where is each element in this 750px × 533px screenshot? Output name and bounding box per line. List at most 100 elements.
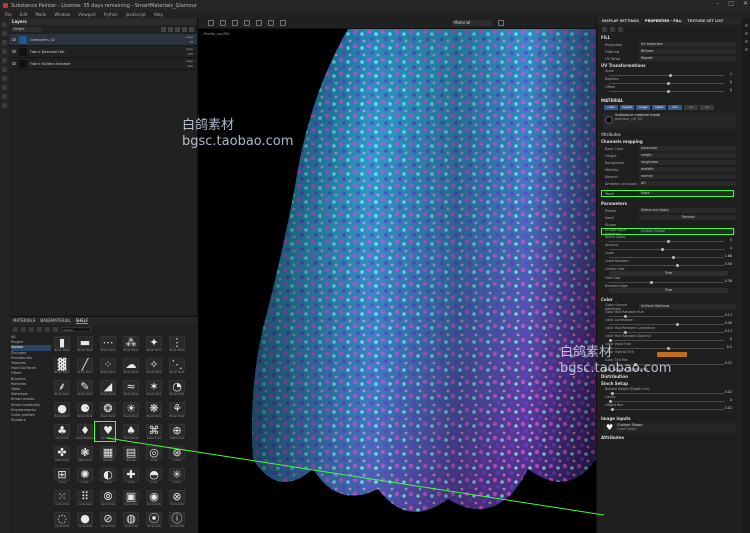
alpha-thumbnail[interactable]: ◎ Circle xyxy=(144,446,164,463)
shelf-search-input[interactable]: Alphas xyxy=(61,326,91,332)
camera-icon[interactable] xyxy=(220,20,226,26)
smudge-tool-icon[interactable] xyxy=(2,49,7,54)
render-icon[interactable] xyxy=(268,20,274,26)
layer-blend[interactable]: Ldge 100 xyxy=(186,47,193,57)
shelf-category-item[interactable]: Shaders xyxy=(11,418,51,423)
alpha-thumbnail[interactable]: ▦ Checker xyxy=(98,446,118,463)
import-icon[interactable] xyxy=(21,326,26,332)
slider-value[interactable]: 4 xyxy=(730,246,732,250)
layer-row[interactable]: Fabric Knitted Sweater Ldge 100 xyxy=(9,58,197,70)
picker-tool-icon[interactable] xyxy=(2,67,7,72)
add-layer-icon[interactable] xyxy=(161,27,166,32)
alpha-thumbnail[interactable]: ⊛ Circle xyxy=(167,446,187,463)
slider-track[interactable] xyxy=(609,75,724,76)
channel-toggle-color[interactable]: color xyxy=(604,105,618,110)
view-2d-icon[interactable] xyxy=(280,20,286,26)
property-dropdown[interactable]: normal xyxy=(639,174,736,179)
property-dropdown[interactable]: Random xyxy=(639,215,736,220)
slider-handle[interactable] xyxy=(611,407,615,411)
slider-value[interactable]: 0.22 xyxy=(725,361,732,365)
alpha-thumbnail[interactable]: ▣ Circle Dots xyxy=(121,490,141,507)
alpha-thumbnail[interactable]: ◢ Brush Paint xyxy=(98,380,118,397)
side-icon-2[interactable] xyxy=(745,32,748,35)
slider-track[interactable] xyxy=(609,324,724,325)
menu-item-window[interactable]: Window xyxy=(54,12,70,17)
channel-toggle-height[interactable]: height xyxy=(620,105,634,110)
light-icon[interactable] xyxy=(244,20,250,26)
slider-track[interactable] xyxy=(609,282,724,283)
alpha-thumbnail[interactable]: ⚘ Brush Paint xyxy=(167,402,187,419)
uv-transform-section[interactable]: UV Transformations xyxy=(597,62,742,69)
menu-item-help[interactable]: Help xyxy=(154,12,163,17)
list-view-icon[interactable] xyxy=(37,326,42,332)
slider-value[interactable]: 0.36 xyxy=(725,279,732,283)
slider-value[interactable]: 0 xyxy=(730,398,732,402)
grid-view-icon[interactable] xyxy=(29,326,34,332)
alpha-thumbnail[interactable]: ✳ Circle xyxy=(167,468,187,485)
slider-track[interactable] xyxy=(609,265,724,266)
polyfill-tool-icon[interactable] xyxy=(2,76,7,81)
alpha-thumbnail[interactable]: ✚ Circle xyxy=(121,468,141,485)
alpha-thumbnail[interactable]: ⋱ Brush Paint xyxy=(167,358,187,375)
layer-row[interactable]: Fabric Baseball Hat Ldge 100 xyxy=(9,46,197,58)
layer-blend[interactable]: Ldge 100 xyxy=(186,59,193,69)
property-dropdown[interactable]: height xyxy=(639,153,736,158)
sinch-section[interactable]: Sinch Setup xyxy=(597,380,742,387)
property-dropdown[interactable]: metallic xyxy=(639,167,736,172)
alpha-thumbnail[interactable]: ❋ Brush Paint xyxy=(144,402,164,419)
add-folder-icon[interactable] xyxy=(182,27,187,32)
alpha-thumbnail[interactable]: ✺ Circle xyxy=(75,468,95,485)
slider-value[interactable]: 0 xyxy=(730,337,732,341)
slider-value[interactable]: 0.13 xyxy=(725,329,732,333)
export-tool-icon[interactable] xyxy=(2,103,7,108)
alpha-thumbnail[interactable]: ▬ Brush Paint xyxy=(75,336,95,353)
slider-value[interactable]: 1 xyxy=(730,72,732,76)
properties-tab[interactable]: DISPLAY SETTINGS xyxy=(602,19,639,24)
menu-icon[interactable] xyxy=(53,326,58,332)
slider-value[interactable]: 0.5 xyxy=(727,345,732,349)
slider-track[interactable] xyxy=(609,340,724,341)
shelf-tab-bakematerial[interactable]: BAKEMATERIAL xyxy=(40,318,70,324)
slider-track[interactable] xyxy=(609,249,724,250)
property-dropdown[interactable]: AO xyxy=(639,181,736,186)
minimize-icon[interactable]: – xyxy=(716,0,719,7)
alpha-thumbnail[interactable]: ≈ Brush Paint xyxy=(121,380,141,397)
alpha-thumbnail[interactable]: ⌘ Celtic Knot xyxy=(144,424,164,441)
channel-mapping-section[interactable]: Channels mapping xyxy=(597,138,742,145)
layer-opacity[interactable]: Ht xyxy=(186,40,193,45)
bake-tool-icon[interactable] xyxy=(2,94,7,99)
alpha-thumbnail[interactable]: ☀ Brush Paint xyxy=(121,402,141,419)
layer-blend[interactable]: Ldge Ht xyxy=(186,35,193,45)
slider-value[interactable]: 0.02 xyxy=(725,406,732,410)
add-mask-icon[interactable] xyxy=(175,27,180,32)
visibility-eye-icon[interactable] xyxy=(12,38,16,41)
alpha-thumbnail[interactable]: ♠ Card Spade xyxy=(121,424,141,441)
alpha-thumbnail[interactable]: ◉ Circle Dots xyxy=(144,490,164,507)
alpha-thumbnail[interactable]: ⁘ Brush Paint xyxy=(98,358,118,375)
menu-item-python[interactable]: Python xyxy=(104,12,118,17)
symmetry-icon[interactable] xyxy=(232,20,238,26)
alpha-thumbnail[interactable]: ♣ Card Club xyxy=(52,424,72,441)
material-preset-name[interactable]: glamour_ref_02 xyxy=(615,117,736,121)
alpha-thumbnail[interactable]: ⦿ Circle Dots xyxy=(144,512,164,529)
fill-section-title[interactable]: FILL xyxy=(597,34,742,41)
channel-dropdown[interactable]: Height xyxy=(12,27,42,32)
layer-row[interactable]: Glamorlim_02 Ldge Ht xyxy=(9,34,197,46)
clone-tool-icon[interactable] xyxy=(2,58,7,63)
3d-viewport[interactable]: Profile_nsx789 xyxy=(198,29,596,533)
search-icon[interactable] xyxy=(45,326,50,332)
alpha-thumbnail[interactable]: ✤ Celtic Knot xyxy=(52,446,72,463)
alpha-thumbnail[interactable]: ♦ Card Diamond xyxy=(75,424,95,441)
layer-opacity[interactable]: 100 xyxy=(186,64,193,69)
properties-tab[interactable]: TEXTURE SET LIST xyxy=(687,19,723,24)
alpha-thumbnail[interactable]: ● Brush Paint xyxy=(52,402,72,419)
alpha-thumbnail[interactable]: ▤ Checker xyxy=(121,446,141,463)
alpha-thumbnail[interactable]: ⊗ Circle Dots xyxy=(167,490,187,507)
menu-item-edit[interactable]: Edit xyxy=(20,12,28,17)
slider-handle[interactable] xyxy=(666,89,670,93)
shelf-tab-shelf[interactable]: SHELF xyxy=(75,318,89,324)
image-inputs-section[interactable]: Image inputs xyxy=(597,415,742,422)
geometry-mask-icon[interactable] xyxy=(2,85,7,90)
alpha-thumbnail[interactable]: ● Circle Dots xyxy=(75,512,95,529)
alpha-thumbnail[interactable]: ✶ Brush Paint xyxy=(144,380,164,397)
